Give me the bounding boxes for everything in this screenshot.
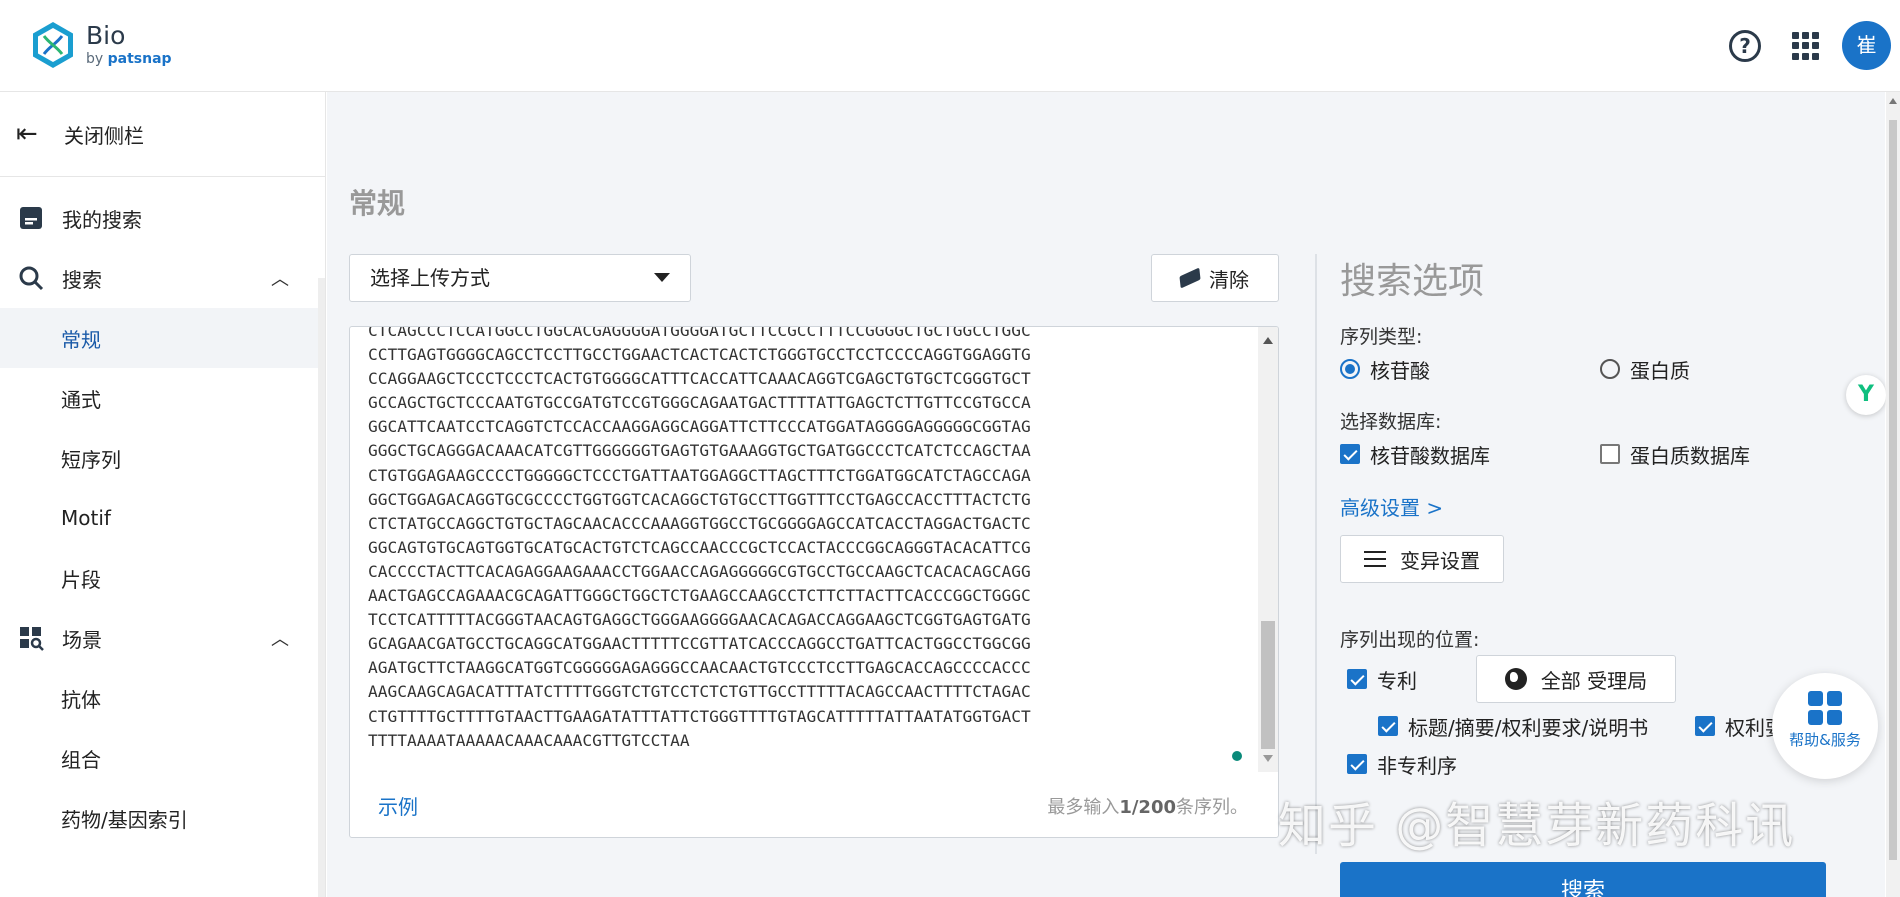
checkbox-nucleotide-db[interactable] [1340, 444, 1360, 464]
radio-nucleotide-label[interactable]: 核苷酸 [1370, 355, 1430, 384]
search-button[interactable]: 搜索 [1340, 862, 1826, 897]
globe-icon [1504, 668, 1527, 690]
sidebar-item-fragment[interactable]: 片段 [0, 548, 325, 608]
saved-search-icon [20, 207, 42, 229]
clear-button[interactable]: 清除 [1151, 254, 1279, 302]
question-circle-icon[interactable]: ? [1729, 30, 1761, 62]
clear-button-label: 清除 [1209, 267, 1249, 292]
close-sidebar-button[interactable]: ⇤ 关闭侧栏 [0, 92, 325, 177]
sidebar-item-label: 场景 [62, 627, 102, 652]
eraser-icon [1179, 267, 1201, 289]
sequence-type-label: 序列类型: [1340, 326, 1423, 348]
chevron-up-icon[interactable]: ︿ [271, 625, 289, 651]
checkbox-title-abstract[interactable] [1378, 716, 1398, 736]
user-avatar[interactable]: 崔 [1842, 21, 1891, 70]
sidebar-item-general[interactable]: 常规 [0, 308, 325, 368]
page-scrollbar[interactable] [1886, 92, 1900, 897]
y-logo-icon[interactable]: Y [1846, 375, 1886, 415]
vertical-divider [1315, 254, 1317, 854]
radio-protein[interactable] [1600, 359, 1620, 379]
upload-method-value: 选择上传方式 [370, 266, 490, 290]
advanced-settings-link[interactable]: 高级设置 > [1340, 492, 1860, 521]
sequence-limit-note: 最多输入1/200条序列。 [1047, 797, 1248, 818]
main-content: 常规 选择上传方式 清除 CTCAGCCCTCCATGGCCTGGCACGAGG… [327, 92, 1885, 897]
brand-logo[interactable]: Bio by patsnap [28, 20, 172, 70]
all-offices-button[interactable]: 全部 受理局 [1476, 655, 1676, 703]
sidebar-item-antibody[interactable]: 抗体 [0, 668, 325, 728]
checkbox-protein-db-label[interactable]: 蛋白质数据库 [1630, 440, 1750, 469]
checkbox-title-abstract-label[interactable]: 标题/摘要/权利要求/说明书 [1408, 712, 1648, 741]
radio-nucleotide[interactable] [1340, 359, 1360, 379]
scroll-thumb[interactable] [1261, 621, 1275, 749]
sidebar-scrollbar[interactable] [318, 278, 325, 897]
help-service-label: 帮助&服务 [1789, 731, 1861, 749]
sidebar-item-label: 搜索 [62, 267, 102, 292]
search-icon [19, 266, 44, 291]
checkbox-nucleotide-db-label[interactable]: 核苷酸数据库 [1370, 440, 1490, 469]
sequence-text[interactable]: CTCAGCCCTCCATGGCCTGGCACGAGGGGATGGGGATGCT… [368, 327, 1248, 753]
brand-sub: by patsnap [86, 51, 172, 67]
sequence-position-label: 序列出现的位置: [1340, 629, 1480, 651]
example-link[interactable]: 示例 [378, 791, 418, 820]
close-sidebar-label: 关闭侧栏 [64, 123, 144, 148]
sidebar-item-motif[interactable]: Motif [0, 488, 325, 548]
checkbox-non-patent[interactable] [1347, 754, 1367, 774]
sequence-scrollbar[interactable] [1258, 327, 1278, 772]
sidebar-item-formula[interactable]: 通式 [0, 368, 325, 428]
scroll-down-arrow-icon[interactable] [1263, 755, 1273, 762]
database-row: 核苷酸数据库 蛋白质数据库 [1340, 434, 1860, 474]
search-options-title: 搜索选项 [1340, 261, 1485, 302]
collapse-menu-icon: ⇤ [16, 119, 38, 149]
top-bar: Bio by patsnap ? 崔 [0, 0, 1900, 92]
page-scroll-thumb[interactable] [1889, 120, 1897, 860]
watermark-text: 知乎 @智慧芽新药科讯 [1278, 798, 1796, 854]
checkbox-patent-label[interactable]: 专利 [1377, 665, 1417, 694]
sequence-textarea[interactable]: CTCAGCCCTCCATGGCCTGGCACGAGGGGATGGGGATGCT… [349, 326, 1279, 838]
chevron-up-icon[interactable]: ︿ [271, 265, 289, 291]
sidebar-item-short-sequence[interactable]: 短序列 [0, 428, 325, 488]
page-title: 常规 [349, 187, 406, 220]
sidebar-item-drug-gene-index[interactable]: 药物/基因索引 [0, 788, 325, 848]
radio-protein-label[interactable]: 蛋白质 [1630, 355, 1690, 384]
grid-apps-icon[interactable] [1792, 32, 1820, 60]
caret-down-icon [654, 273, 670, 282]
variation-settings-button[interactable]: 变异设置 [1340, 535, 1504, 583]
status-dot-icon [1232, 751, 1242, 761]
sidebar-item-search[interactable]: 搜索 ︿ [0, 248, 325, 308]
checkbox-non-patent-label[interactable]: 非专利序 [1377, 750, 1457, 779]
upload-method-select[interactable]: 选择上传方式 [349, 254, 691, 302]
sidebar-item-my-searches[interactable]: 我的搜索 [0, 188, 325, 248]
sidebar: ⇤ 关闭侧栏 我的搜索 搜索 ︿ 常规 通式 短序列 Motif 片段 场景 ︿… [0, 92, 326, 897]
dna-logo-icon [33, 22, 73, 68]
checkbox-claims[interactable] [1695, 716, 1715, 736]
brand-name: Bio [86, 21, 126, 50]
checkbox-patent[interactable] [1347, 669, 1367, 689]
checkbox-protein-db[interactable] [1600, 444, 1620, 464]
sidebar-item-label: 我的搜索 [62, 207, 142, 232]
sidebar-item-scenes[interactable]: 场景 ︿ [0, 608, 325, 668]
sidebar-item-combination[interactable]: 组合 [0, 728, 325, 788]
all-offices-label: 全部 受理局 [1540, 668, 1648, 693]
sequence-type-row: 核苷酸 蛋白质 [1340, 349, 1860, 389]
scroll-up-arrow-icon[interactable] [1889, 98, 1897, 104]
database-label: 选择数据库: [1340, 411, 1442, 433]
scene-grid-search-icon [20, 627, 44, 651]
help-service-button[interactable]: 帮助&服务 [1772, 673, 1878, 779]
service-grid-icon [1808, 691, 1842, 725]
sliders-icon [1364, 551, 1386, 567]
variation-settings-label: 变异设置 [1400, 548, 1480, 573]
scroll-up-arrow-icon[interactable] [1263, 337, 1273, 344]
